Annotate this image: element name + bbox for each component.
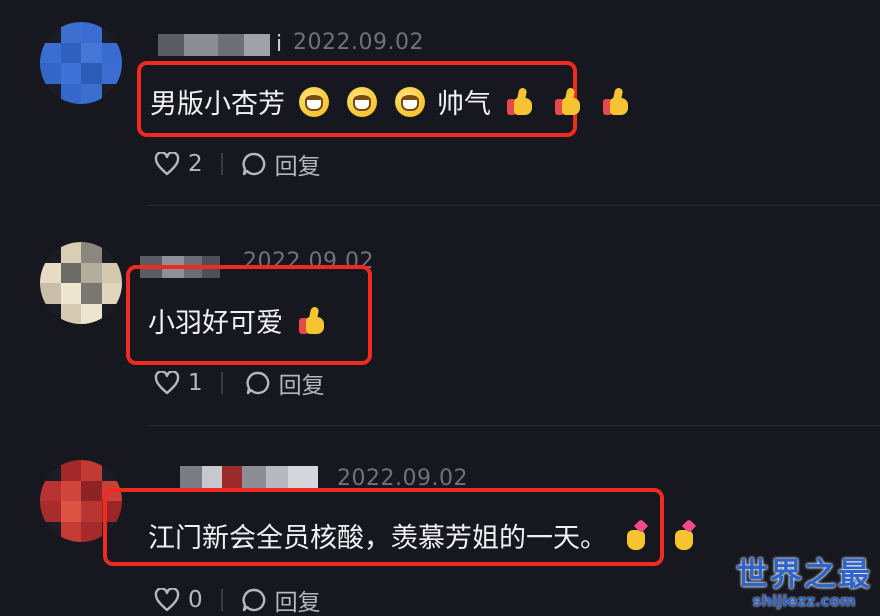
heart-hands-icon	[669, 518, 699, 552]
comment-bubble-icon	[242, 152, 265, 176]
comment-date: 2022.09.02	[293, 30, 424, 55]
action-divider	[220, 589, 223, 611]
comment-divider	[148, 425, 880, 426]
like-button[interactable]: 2	[154, 151, 203, 177]
like-count: 0	[188, 587, 203, 613]
comment-text: 小羽好可爱	[148, 301, 327, 340]
avatar[interactable]	[40, 242, 122, 324]
action-divider	[220, 372, 223, 394]
grinning-face-icon	[347, 86, 377, 117]
watermark: 世界之最 shijiezz.com	[736, 558, 872, 610]
reply-label: 回复	[274, 154, 321, 180]
comment-bubble-icon	[246, 371, 269, 395]
comment-text-main: 小羽好可爱	[148, 308, 283, 339]
reply-label: 回复	[274, 590, 321, 616]
comment-text-main: 江门新会全员核酸，羡慕芳姐的一天。	[148, 523, 607, 554]
heart-icon	[154, 152, 180, 176]
grinning-face-icon	[299, 86, 329, 117]
comment-text: 江门新会全员核酸，羡慕芳姐的一天。	[148, 516, 699, 555]
comment-actions: 0 回复	[154, 583, 321, 616]
like-count: 2	[188, 151, 203, 177]
like-button[interactable]: 1	[154, 370, 203, 396]
grinning-face-icon	[395, 86, 425, 117]
avatar[interactable]	[40, 22, 122, 104]
watermark-url: shijiezz.com	[752, 592, 856, 610]
username-blurred[interactable]: i	[158, 34, 282, 56]
thumbs-up-icon	[505, 86, 535, 117]
reply-button[interactable]: 回复	[241, 147, 321, 181]
action-divider	[220, 153, 223, 175]
thumbs-up-icon	[297, 305, 327, 336]
username-blurred[interactable]	[180, 466, 318, 488]
comment-text-after: 帅气	[437, 89, 491, 120]
reply-label: 回复	[278, 373, 325, 399]
heart-icon	[154, 588, 180, 612]
thumbs-up-icon	[553, 86, 583, 117]
like-button[interactable]: 0	[154, 587, 203, 613]
comment-divider	[148, 205, 880, 206]
thumbs-up-icon	[601, 86, 631, 117]
reply-button[interactable]: 回复	[245, 366, 325, 400]
watermark-title: 世界之最	[735, 555, 872, 594]
heart-hands-icon	[621, 518, 651, 552]
comment-text: 男版小杏芳 帅气	[150, 82, 631, 121]
comment-text-main: 男版小杏芳	[150, 89, 285, 120]
comment-bubble-icon	[242, 588, 265, 612]
comment-actions: 1 回复	[154, 366, 325, 400]
username-fragment: i	[276, 32, 283, 57]
heart-icon	[154, 371, 180, 395]
comment-actions: 2 回复	[154, 147, 321, 181]
like-count: 1	[188, 370, 203, 396]
reply-button[interactable]: 回复	[241, 583, 321, 616]
